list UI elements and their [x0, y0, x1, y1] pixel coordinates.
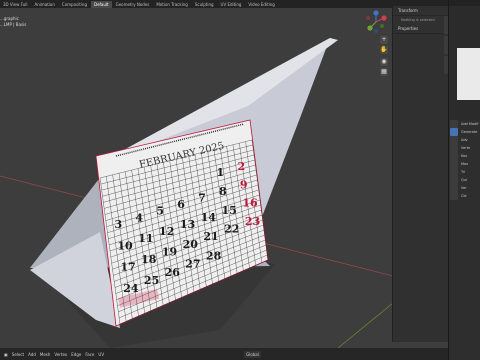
menu-vertex[interactable]: Vertex	[54, 352, 67, 357]
calendar-day: 16	[242, 197, 258, 210]
calendar-day: 2	[237, 160, 245, 173]
calendar-day: 6	[177, 198, 185, 211]
calendar-day: 25	[144, 274, 159, 287]
property-label: Max	[461, 162, 469, 166]
property-row[interactable]: Verte	[449, 144, 480, 152]
property-label: Qui	[461, 178, 467, 182]
tab-uv-editing[interactable]: UV Editing	[218, 1, 245, 8]
navigation-gizmo[interactable]	[364, 10, 388, 34]
calendar-day: 1	[217, 166, 225, 179]
property-label: Generate	[461, 130, 478, 134]
calendar-day: 18	[141, 253, 157, 266]
calendar-day: 17	[120, 261, 135, 274]
zoom-icon[interactable]: +	[380, 36, 388, 44]
property-icon	[450, 136, 458, 144]
property-row[interactable]: Nor	[449, 152, 480, 160]
calendar-day: 21	[203, 230, 218, 243]
calendar-day: 20	[183, 238, 199, 251]
tab-compositing[interactable]: Compositing	[59, 1, 90, 8]
object-label: ...LMP | Basis	[0, 22, 27, 27]
property-row[interactable]: Generate	[449, 128, 480, 136]
calendar-day: 10	[117, 239, 133, 252]
transform-header[interactable]: Transform	[393, 6, 449, 16]
tab-geometry-nodes[interactable]: Geometry Nodes	[113, 1, 153, 8]
properties-header	[449, 0, 480, 6]
tab-animation[interactable]: Animation	[32, 1, 58, 8]
grid-icon[interactable]: ▦	[380, 68, 388, 76]
menu-add[interactable]: Add	[28, 352, 36, 357]
property-row[interactable]: Tri	[449, 168, 480, 176]
property-row[interactable]: Adv	[449, 136, 480, 144]
calendar-day: 8	[219, 185, 227, 198]
calendar-day: 9	[240, 178, 248, 191]
orientation-dropdown[interactable]: Global	[244, 350, 261, 358]
workspace-tabs: 3D View Full Animation Compositing Default G…	[0, 0, 279, 8]
calendar-day: 3	[114, 218, 122, 231]
tab-video-editing[interactable]: Video Editing	[245, 1, 277, 8]
properties-list: Add Modif Generate Adv Verte Nor Max Tri Qui Ver…	[449, 120, 480, 360]
calendar-day: 24	[123, 282, 139, 295]
property-icon	[450, 152, 458, 160]
calendar-day: 27	[185, 258, 200, 271]
viewport-footer: ▣ Select Add Mesh Vertex Edge Face UV Global	[0, 348, 448, 360]
calendar-day: 7	[198, 192, 206, 205]
calendar-day: 26	[165, 266, 181, 279]
menu-face[interactable]: Face	[85, 352, 94, 357]
menu-uv[interactable]: UV	[98, 352, 104, 357]
property-label: Ver	[461, 186, 467, 190]
property-icon	[450, 168, 458, 176]
calendar-day: 28	[206, 249, 222, 262]
properties-editor: Add Modif Generate Adv Verte Nor Max Tri Qui Ver…	[448, 0, 480, 360]
calendar-day: 13	[180, 218, 195, 231]
property-icon	[450, 192, 458, 200]
properties-header[interactable]: Properties	[393, 24, 449, 34]
calendar-day: 14	[201, 211, 217, 224]
calendar-day: 22	[224, 223, 239, 236]
property-icon	[450, 184, 458, 192]
calendar-day: 11	[138, 232, 153, 245]
property-label: Adv	[461, 138, 468, 142]
property-label: Verte	[461, 146, 471, 150]
property-label: Tri	[461, 170, 466, 174]
calendar-day: 19	[162, 245, 177, 258]
mode-icon[interactable]: ▣	[4, 352, 8, 357]
property-row[interactable]: Qui	[449, 176, 480, 184]
property-row[interactable]: Max	[449, 160, 480, 168]
tab-3d-view-full[interactable]: 3D View Full	[0, 1, 31, 8]
3d-viewport[interactable]: FEBRUARY 2025 1 2 3 4 5 6 7 8 9 10 11 12 13 14 15 16 17 1…	[0, 8, 448, 348]
property-row[interactable]: Cle	[449, 192, 480, 200]
property-icon	[450, 120, 458, 128]
property-icon	[450, 128, 458, 136]
tab-default[interactable]: Default	[90, 0, 112, 8]
property-icon	[450, 144, 458, 152]
calendar-day: 15	[222, 204, 237, 217]
property-row[interactable]: Ver	[449, 184, 480, 192]
menu-edge[interactable]: Edge	[71, 352, 81, 357]
camera-icon[interactable]: ◉	[380, 58, 388, 66]
nothing-selected-text: Nothing is selected	[401, 18, 435, 22]
tab-motion-tracking[interactable]: Motion Tracking	[153, 1, 190, 8]
calendar-day: 12	[159, 225, 174, 238]
property-row[interactable]: Add Modif	[449, 120, 480, 128]
sidebar-n-panel: Transform Nothing is selected Properties	[392, 6, 449, 342]
property-icon	[450, 176, 458, 184]
calendar-day: 23	[245, 215, 260, 228]
property-icon	[450, 160, 458, 168]
calendar-thumbnail	[457, 48, 480, 100]
tab-sculpting[interactable]: Sculpting	[192, 1, 217, 8]
property-label: Cle	[461, 194, 467, 198]
hand-icon[interactable]: ✋	[380, 46, 388, 54]
menu-select[interactable]: Select	[12, 352, 24, 357]
calendar-day: 5	[156, 205, 164, 218]
property-label: Nor	[461, 154, 468, 158]
calendar-day: 4	[135, 211, 143, 224]
menu-mesh[interactable]: Mesh	[40, 352, 51, 357]
property-label: Add Modif	[461, 122, 479, 126]
